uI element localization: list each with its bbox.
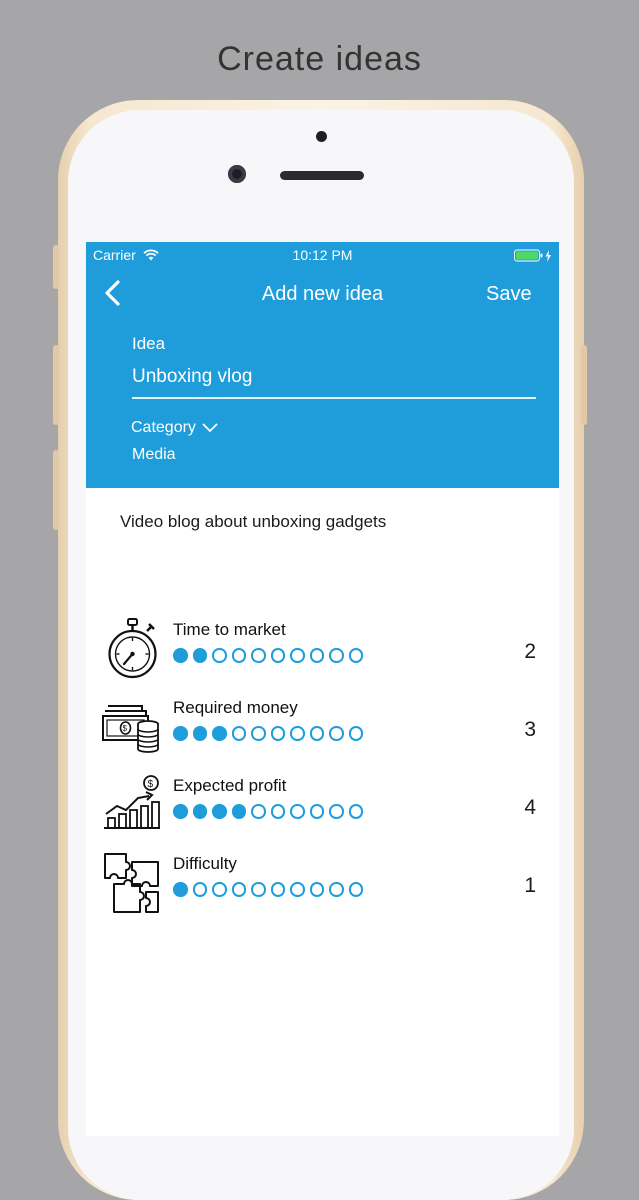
status-bar: Carrier 10:12 PM (86, 242, 559, 268)
rating-dot-empty[interactable] (270, 804, 285, 819)
rating-dot-empty[interactable] (290, 648, 305, 663)
volume-down-button (53, 450, 59, 530)
rating-dot-filled[interactable] (173, 804, 188, 819)
rating-dot-empty[interactable] (329, 804, 344, 819)
rating-dot-empty[interactable] (251, 882, 266, 897)
rating-dot-empty[interactable] (212, 648, 227, 663)
puzzle-icon (102, 852, 164, 918)
rating-dot-empty[interactable] (251, 648, 266, 663)
rating-dot-filled[interactable] (212, 726, 227, 741)
metric-value: 1 (524, 874, 536, 897)
rating-dot-empty[interactable] (348, 648, 363, 663)
front-camera (228, 165, 246, 183)
volume-up-button (53, 345, 59, 425)
mute-switch (53, 245, 59, 289)
rating-dot-empty[interactable] (251, 726, 266, 741)
rating-dots[interactable] (173, 804, 363, 824)
metric-value: 4 (524, 796, 536, 819)
rating-dot-empty[interactable] (290, 804, 305, 819)
rating-dot-empty[interactable] (329, 726, 344, 741)
rating-dot-empty[interactable] (309, 648, 324, 663)
metric-label: Difficulty (173, 854, 237, 873)
proximity-sensor (316, 131, 327, 142)
rating-dots[interactable] (173, 882, 363, 902)
rating-dot-filled[interactable] (173, 726, 188, 741)
metric-expected-profit: $ Expected profit 4 (86, 774, 559, 844)
metric-label: Time to market (173, 620, 286, 639)
rating-dot-filled[interactable] (173, 882, 188, 897)
stopwatch-icon (102, 618, 164, 684)
metric-label: Required money (173, 698, 298, 717)
rating-dot-empty[interactable] (290, 882, 305, 897)
rating-dot-empty[interactable] (309, 882, 324, 897)
rating-dot-empty[interactable] (270, 882, 285, 897)
rating-dot-empty[interactable] (270, 648, 285, 663)
idea-underline (132, 397, 536, 399)
rating-dot-empty[interactable] (348, 804, 363, 819)
idea-input[interactable]: Unboxing vlog (132, 366, 252, 388)
rating-dot-empty[interactable] (348, 882, 363, 897)
growth-chart-icon: $ (102, 774, 164, 840)
rating-dot-empty[interactable] (270, 726, 285, 741)
earpiece-speaker (280, 171, 364, 180)
description-text[interactable]: Video blog about unboxing gadgets (120, 512, 386, 532)
chevron-down-icon (202, 423, 218, 432)
rating-dot-empty[interactable] (309, 804, 324, 819)
save-button[interactable]: Save (486, 283, 532, 306)
rating-dots[interactable] (173, 726, 363, 746)
header-panel: Carrier 10:12 PM Add new idea Save Idea … (86, 242, 559, 488)
svg-text:$: $ (123, 724, 128, 733)
money-stack-icon: $ (102, 696, 164, 762)
app-screen: Carrier 10:12 PM Add new idea Save Idea … (86, 242, 559, 1136)
category-dropdown[interactable]: Category (131, 419, 218, 437)
battery-icon (514, 249, 554, 266)
rating-dot-empty[interactable] (290, 726, 305, 741)
category-label: Category (131, 419, 196, 436)
rating-dot-empty[interactable] (212, 882, 227, 897)
rating-dot-empty[interactable] (348, 726, 363, 741)
rating-dot-filled[interactable] (173, 648, 188, 663)
metric-required-money: $ Required money 3 (86, 696, 559, 766)
rating-dot-filled[interactable] (192, 804, 207, 819)
svg-text:$: $ (148, 779, 154, 790)
rating-dot-empty[interactable] (329, 648, 344, 663)
rating-dots[interactable] (173, 648, 363, 668)
rating-dot-empty[interactable] (329, 882, 344, 897)
metric-value: 2 (524, 640, 536, 663)
rating-dot-empty[interactable] (231, 726, 246, 741)
rating-dot-empty[interactable] (309, 726, 324, 741)
rating-dot-filled[interactable] (212, 804, 227, 819)
rating-dot-empty[interactable] (192, 882, 207, 897)
metric-label: Expected profit (173, 776, 287, 795)
rating-dot-empty[interactable] (231, 882, 246, 897)
rating-dot-filled[interactable] (231, 804, 246, 819)
category-value[interactable]: Media (132, 446, 176, 464)
rating-dot-empty[interactable] (251, 804, 266, 819)
metric-value: 3 (524, 718, 536, 741)
rating-dot-filled[interactable] (192, 648, 207, 663)
metric-time-to-market: Time to market 2 (86, 618, 559, 688)
rating-dot-filled[interactable] (192, 726, 207, 741)
idea-label: Idea (132, 334, 166, 353)
metric-difficulty: Difficulty 1 (86, 852, 559, 922)
power-button (581, 345, 587, 425)
rating-dot-empty[interactable] (231, 648, 246, 663)
page-caption: Create ideas (217, 40, 422, 78)
clock: 10:12 PM (292, 247, 353, 263)
